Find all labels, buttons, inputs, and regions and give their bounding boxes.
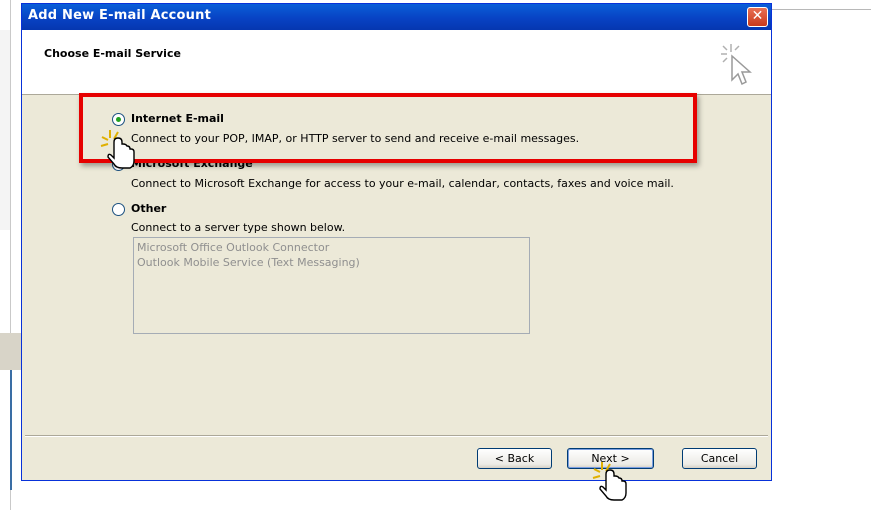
hand-pointer-icon bbox=[100, 130, 135, 169]
button-separator bbox=[25, 435, 768, 437]
hand-pointer-icon bbox=[592, 462, 627, 501]
list-item[interactable]: Microsoft Office Outlook Connector bbox=[137, 241, 329, 254]
close-button[interactable]: ✕ bbox=[747, 7, 768, 27]
highlight-annotation bbox=[79, 93, 697, 163]
other-description: Connect to a server type shown below. bbox=[131, 221, 346, 234]
wizard-cursor-icon bbox=[721, 44, 752, 86]
background-divider bbox=[770, 9, 871, 10]
add-email-account-dialog: Add New E-mail Account ✕ Choose E-mail S… bbox=[21, 3, 772, 481]
other-server-list[interactable]: Microsoft Office Outlook Connector Outlo… bbox=[133, 237, 530, 334]
wizard-header: Choose E-mail Service bbox=[22, 30, 771, 95]
list-item[interactable]: Outlook Mobile Service (Text Messaging) bbox=[137, 256, 360, 269]
microsoft-exchange-description: Connect to Microsoft Exchange for access… bbox=[131, 177, 674, 190]
other-label[interactable]: Other bbox=[131, 202, 166, 215]
back-button[interactable]: < Back bbox=[477, 448, 552, 469]
background-divider bbox=[10, 370, 12, 490]
title-bar[interactable]: Add New E-mail Account ✕ bbox=[22, 4, 771, 30]
other-radio[interactable] bbox=[112, 203, 125, 216]
background-block bbox=[0, 333, 22, 370]
page-title: Choose E-mail Service bbox=[44, 47, 181, 60]
cancel-button[interactable]: Cancel bbox=[682, 448, 757, 469]
window-title: Add New E-mail Account bbox=[28, 8, 211, 23]
